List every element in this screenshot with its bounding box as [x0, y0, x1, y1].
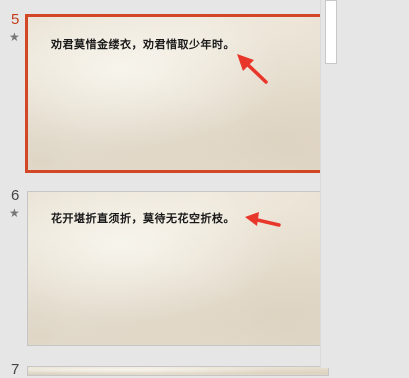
slide-entry-6[interactable]: 6 ★ 花开堪折直须折，莫待无花空折枝。 — [0, 180, 329, 355]
editor-area-edge — [342, 0, 409, 368]
slide-number: 6 — [11, 187, 20, 204]
slide-thumbnail[interactable]: 花开堪折直须折，莫待无花空折枝。 — [27, 191, 329, 346]
star-icon: ★ — [9, 206, 20, 220]
slide-text: 花开堪折直须折，莫待无花空折枝。 — [51, 212, 235, 225]
vertical-scrollbar[interactable] — [320, 0, 342, 368]
slide-thumbnail[interactable]: 劝君莫惜金缕衣，劝君惜取少年时。 — [25, 14, 333, 173]
slide-text: 劝君莫惜金缕衣，劝君惜取少年时。 — [51, 38, 235, 51]
star-icon: ★ — [9, 30, 20, 44]
slide-thumbnail-panel: 5 ★ 劝君莫惜金缕衣，劝君惜取少年时。 6 ★ 花开堪折直须折，莫待无花空折枝… — [0, 0, 333, 378]
red-arrow-annotation — [245, 212, 281, 227]
slide-number: 7 — [11, 361, 20, 378]
slide-entry-7[interactable]: 7 — [0, 355, 329, 378]
slide-number: 5 — [11, 11, 20, 28]
slide-entry-5[interactable]: 5 ★ 劝君莫惜金缕衣，劝君惜取少年时。 — [0, 0, 333, 180]
scrollbar-thumb[interactable] — [325, 0, 337, 64]
red-arrow-annotation — [237, 54, 268, 84]
